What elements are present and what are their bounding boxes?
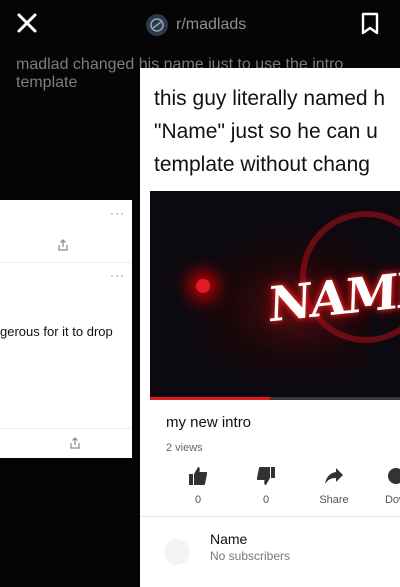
share-label: Share <box>319 494 349 506</box>
share-icon[interactable] <box>68 436 82 450</box>
comment-text: gerous for it to drop <box>0 324 113 339</box>
download-icon <box>388 468 400 484</box>
thumbs-down-icon <box>256 467 275 485</box>
channel-name: Name <box>210 531 248 547</box>
divider <box>0 428 132 429</box>
share-icon[interactable] <box>56 238 70 252</box>
subreddit-header[interactable]: r/madlads <box>146 12 246 38</box>
dislike-count: 0 <box>262 494 270 506</box>
channel-subscribers: No subscribers <box>210 549 291 563</box>
meme-caption: this guy literally named h "Name" just s… <box>154 87 386 176</box>
more-options-icon[interactable]: ··· <box>110 268 125 282</box>
subreddit-icon <box>146 14 168 36</box>
channel-avatar <box>164 539 190 565</box>
thumbnail-light <box>196 279 210 293</box>
video-views: 2 views <box>166 442 203 454</box>
more-options-icon[interactable]: ··· <box>110 206 125 220</box>
share-action: Share <box>304 466 364 506</box>
download-action: Dow <box>366 466 400 506</box>
divider <box>140 516 400 517</box>
subreddit-name[interactable]: r/madlads <box>176 16 246 34</box>
thumbs-up-icon <box>189 467 208 485</box>
like-count: 0 <box>194 494 202 506</box>
close-icon[interactable] <box>14 10 40 36</box>
video-title: my new intro <box>166 414 252 431</box>
video-thumbnail: NAME <box>150 191 400 399</box>
video-progress-bar <box>150 397 400 400</box>
like-action: 0 <box>168 466 228 506</box>
background-card: ··· ··· gerous for it to drop <box>0 200 132 458</box>
bookmark-icon[interactable] <box>360 12 380 36</box>
video-progress-fill <box>150 397 270 400</box>
dislike-action: 0 <box>236 466 296 506</box>
share-arrow-icon <box>325 468 343 484</box>
post-image[interactable]: this guy literally named h "Name" just s… <box>140 68 400 587</box>
divider <box>0 262 132 263</box>
download-label: Dow <box>384 494 400 506</box>
